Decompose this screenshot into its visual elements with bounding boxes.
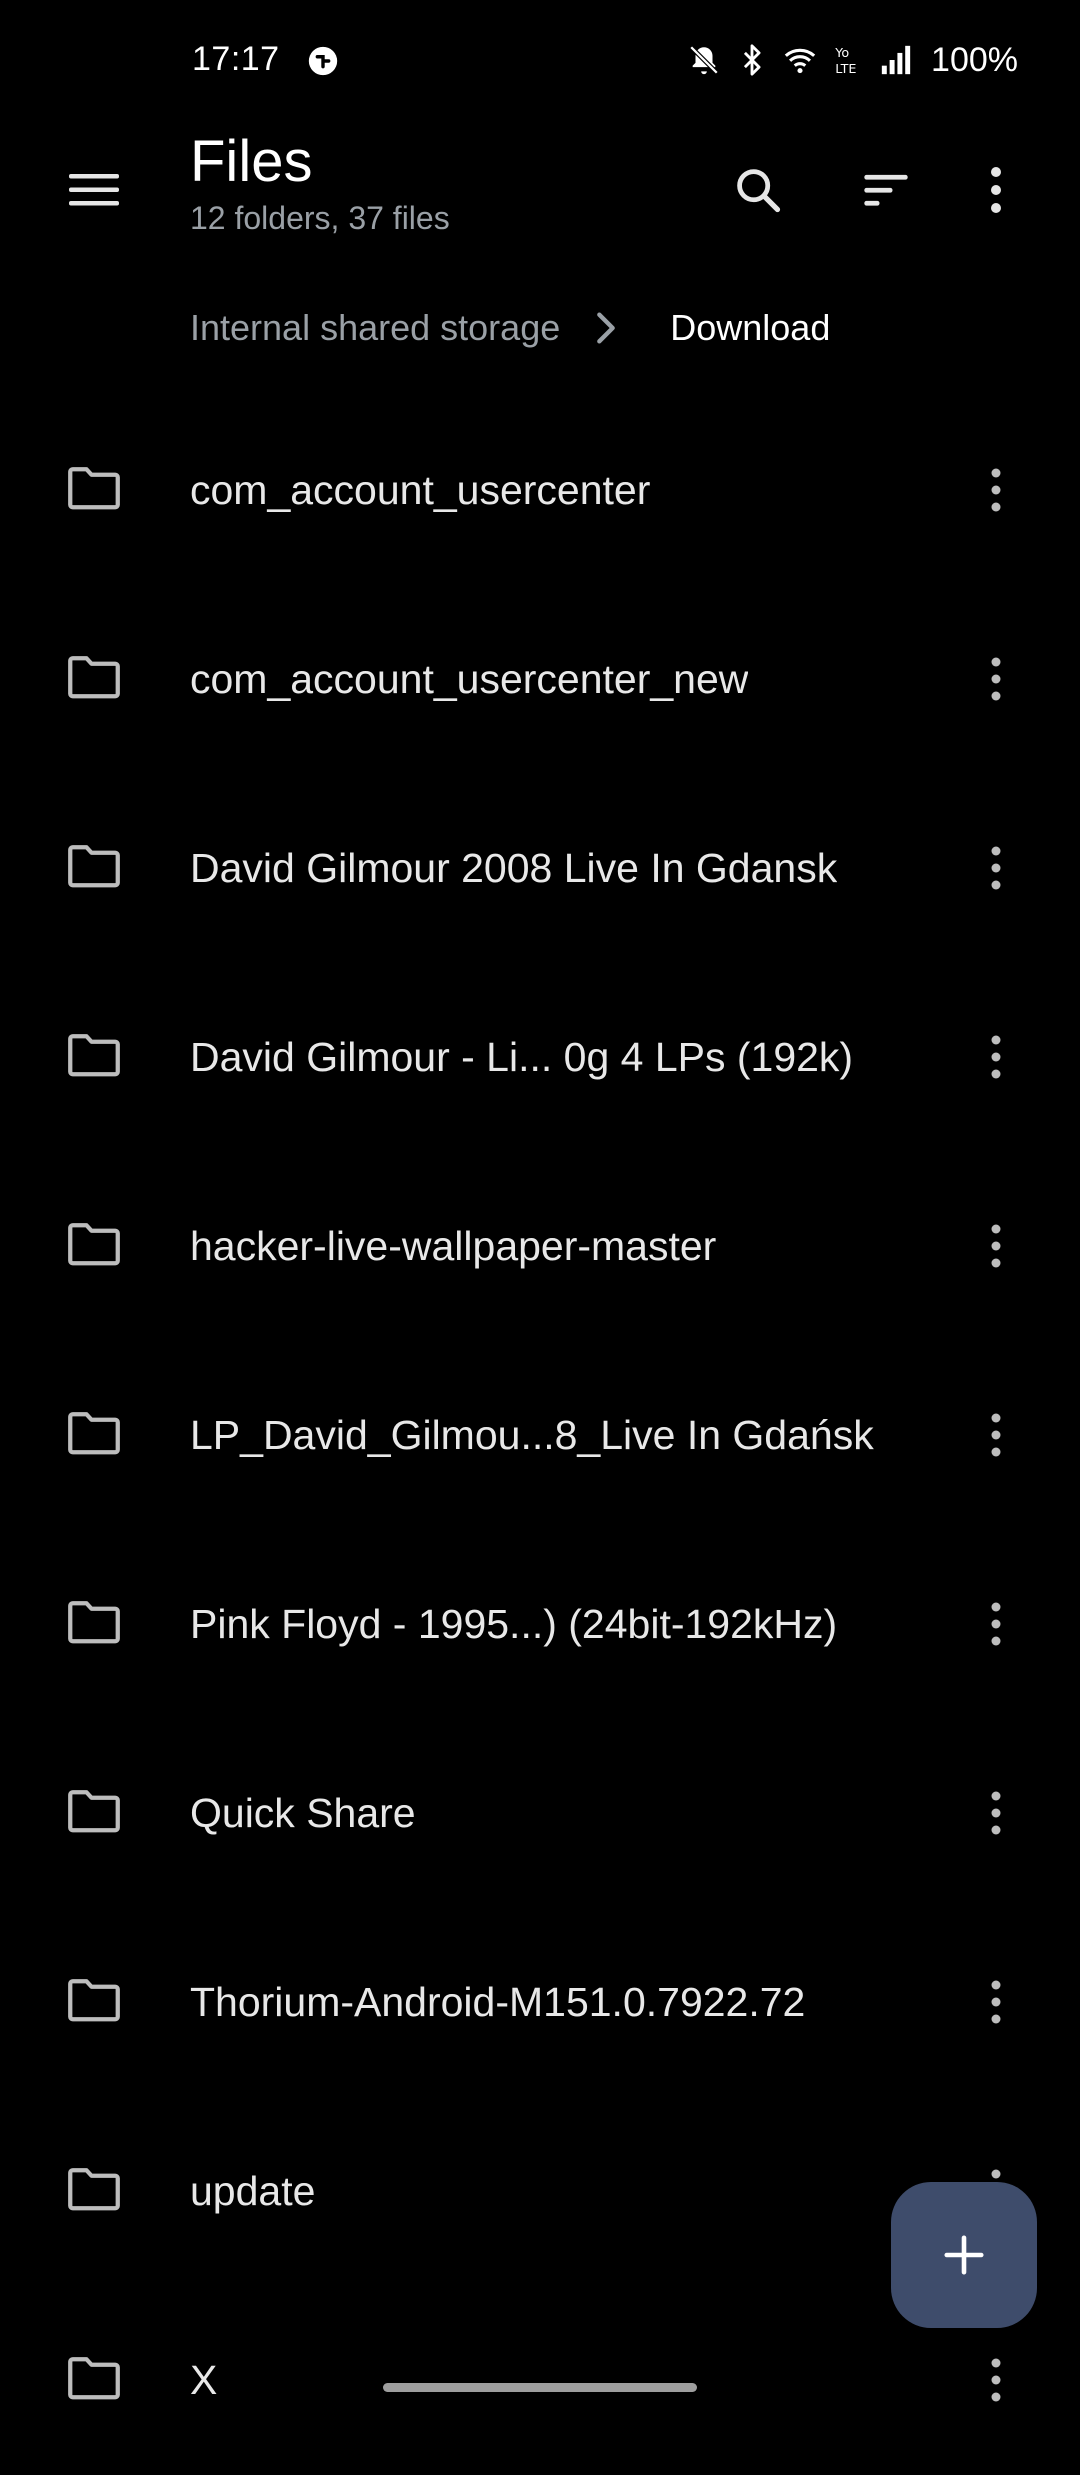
item-more-button[interactable]	[966, 836, 1026, 900]
list-item[interactable]: LP_David_Gilmou...8_Live In Gdańsk	[0, 1341, 1080, 1530]
page-title: Files	[190, 129, 313, 194]
item-name: LP_David_Gilmou...8_Live In Gdańsk	[190, 1412, 874, 1458]
more-options-button[interactable]	[956, 150, 1036, 230]
chevron-right-icon	[597, 312, 616, 344]
item-name: hacker-live-wallpaper-master	[190, 1223, 717, 1269]
bluetooth-icon	[743, 44, 761, 76]
more-vert-icon	[991, 468, 1001, 512]
folder-icon	[68, 1790, 120, 1833]
breadcrumb: Internal shared storage Download	[190, 300, 830, 356]
folder-icon	[68, 656, 120, 699]
item-more-button[interactable]	[966, 1592, 1026, 1656]
folder-icon	[68, 2168, 120, 2211]
new-folder-fab[interactable]	[891, 2182, 1037, 2328]
more-vert-icon	[991, 1413, 1001, 1457]
list-item[interactable]: hacker-live-wallpaper-master	[0, 1152, 1080, 1341]
item-more-button[interactable]	[966, 1025, 1026, 1089]
menu-button[interactable]	[56, 152, 132, 228]
more-vert-icon	[991, 1035, 1001, 1079]
breadcrumb-current[interactable]: Download	[670, 307, 830, 349]
item-more-button[interactable]	[966, 1403, 1026, 1467]
item-name: David Gilmour 2008 Live In Gdansk	[190, 845, 838, 891]
plus-icon	[944, 2235, 984, 2275]
search-icon	[737, 169, 781, 213]
folder-icon	[68, 1412, 120, 1455]
folder-icon	[68, 845, 120, 888]
item-name: Thorium-Android-M151.0.7922.72	[190, 1979, 806, 2025]
breadcrumb-root[interactable]: Internal shared storage	[190, 307, 560, 349]
list-item[interactable]: com_account_usercenter_new	[0, 585, 1080, 774]
more-vert-icon	[991, 167, 1001, 213]
wifi-icon	[784, 48, 816, 74]
item-name: com_account_usercenter	[190, 467, 651, 513]
list-item[interactable]: com_account_usercenter	[0, 396, 1080, 585]
item-name: David Gilmour - Li... 0g 4 LPs (192k)	[190, 1034, 854, 1080]
more-vert-icon	[991, 1980, 1001, 2024]
folder-icon	[68, 1601, 120, 1644]
list-item[interactable]: David Gilmour 2008 Live In Gdansk	[0, 774, 1080, 963]
more-vert-icon	[991, 846, 1001, 890]
folder-icon	[68, 467, 120, 510]
more-vert-icon	[991, 1224, 1001, 1268]
folder-icon	[68, 1979, 120, 2022]
item-name: Quick Share	[190, 1790, 416, 1836]
battery-percent: 100%	[931, 40, 1018, 79]
item-more-button[interactable]	[966, 458, 1026, 522]
list-item[interactable]: Quick Share	[0, 1719, 1080, 1908]
more-vert-icon	[991, 2358, 1001, 2402]
sort-button[interactable]	[846, 150, 926, 230]
menu-icon	[69, 174, 119, 206]
folder-icon	[68, 1034, 120, 1077]
item-name: update	[190, 2168, 316, 2214]
sort-icon	[864, 174, 908, 206]
mute-bell-icon	[689, 45, 719, 75]
item-more-button[interactable]	[966, 2348, 1026, 2412]
volte-icon: Yo LTE	[834, 46, 856, 77]
item-name: com_account_usercenter_new	[190, 656, 749, 702]
folder-icon	[68, 2357, 120, 2400]
status-bar: 17:17 Yo LTE 100%	[0, 0, 1080, 120]
more-vert-icon	[991, 657, 1001, 701]
item-more-button[interactable]	[966, 647, 1026, 711]
svg-text:Yo: Yo	[834, 46, 849, 61]
top-app-bar: Files 12 folders, 37 files	[0, 120, 1080, 270]
gesture-handle[interactable]	[383, 2383, 697, 2392]
search-button[interactable]	[718, 150, 798, 230]
list-item[interactable]: Pink Floyd - 1995...) (24bit-192kHz)	[0, 1530, 1080, 1719]
item-name: X	[190, 2357, 218, 2403]
file-list: com_account_usercenter com_account_userc…	[0, 396, 1080, 2475]
status-time: 17:17	[192, 40, 280, 78]
signal-icon	[881, 45, 911, 75]
more-vert-icon	[991, 1791, 1001, 1835]
list-item[interactable]: David Gilmour - Li... 0g 4 LPs (192k)	[0, 963, 1080, 1152]
folder-icon	[68, 1223, 120, 1266]
item-more-button[interactable]	[966, 1214, 1026, 1278]
item-more-button[interactable]	[966, 1781, 1026, 1845]
list-item[interactable]: Thorium-Android-M151.0.7922.72	[0, 1908, 1080, 2097]
svg-text:LTE: LTE	[835, 62, 856, 77]
more-vert-icon	[991, 1602, 1001, 1646]
folder-summary: 12 folders, 37 files	[190, 200, 450, 236]
item-more-button[interactable]	[966, 1970, 1026, 2034]
app-notification-icon	[308, 46, 338, 76]
item-name: Pink Floyd - 1995...) (24bit-192kHz)	[190, 1601, 838, 1647]
title-block: Files 12 folders, 37 files	[190, 128, 450, 240]
